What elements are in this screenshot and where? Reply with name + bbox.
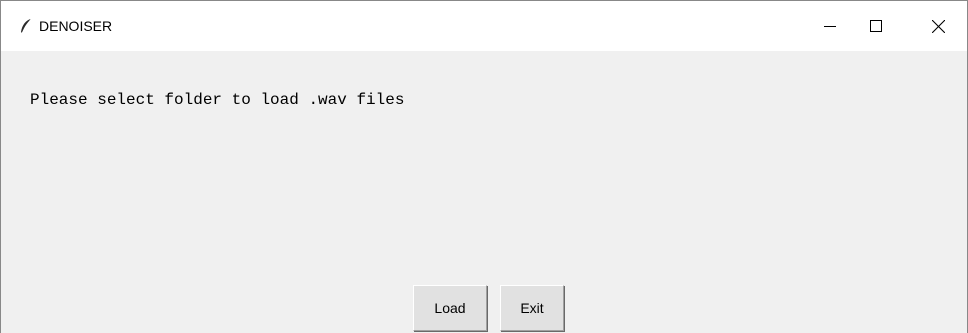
close-icon [932,20,945,33]
title-bar[interactable]: DENOISER [1,1,967,51]
maximize-icon [870,20,882,32]
minimize-button[interactable] [807,1,853,51]
app-window: DENOISER Please select folder to load .w… [0,0,968,333]
load-button[interactable]: Load [413,285,487,331]
instruction-label: Please select folder to load .wav files [30,91,405,109]
feather-icon [18,18,34,34]
minimize-icon [824,26,836,27]
maximize-button[interactable] [853,1,899,51]
close-button[interactable] [915,1,961,51]
main-content: Please select folder to load .wav files … [1,51,967,333]
exit-button[interactable]: Exit [500,285,564,331]
window-title: DENOISER [39,18,113,34]
